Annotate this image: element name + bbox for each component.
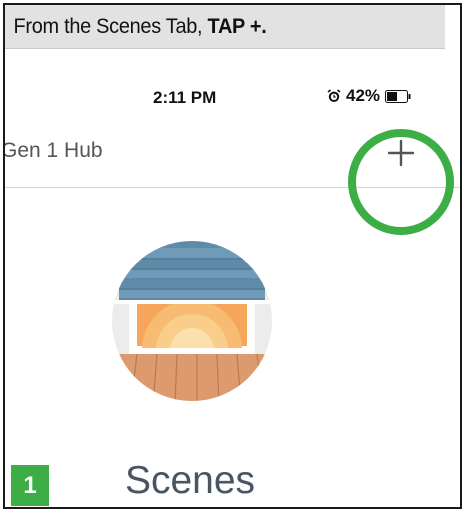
step-badge: 1 bbox=[11, 465, 49, 506]
highlight-ring bbox=[348, 129, 454, 235]
battery-icon bbox=[385, 89, 411, 103]
window-shade-illustration bbox=[112, 241, 272, 401]
status-time: 2:11 PM bbox=[153, 88, 217, 107]
status-icons: 42% bbox=[327, 86, 411, 106]
instruction-action: TAP +. bbox=[207, 15, 267, 38]
instruction-banner: From the Scenes Tab, TAP +. bbox=[5, 5, 445, 49]
tutorial-frame: From the Scenes Tab, TAP +. 2:11 PM 42% … bbox=[3, 3, 462, 509]
alarm-icon bbox=[327, 89, 341, 102]
page-title: Scenes bbox=[124, 459, 256, 502]
hub-name: Gen 1 Hub bbox=[3, 139, 103, 162]
battery-percentage: 42% bbox=[346, 86, 381, 105]
instruction-text: From the Scenes Tab, bbox=[13, 15, 208, 38]
phone-screen: 2:11 PM 42% Gen 1 Hub Scenes bbox=[3, 49, 460, 507]
